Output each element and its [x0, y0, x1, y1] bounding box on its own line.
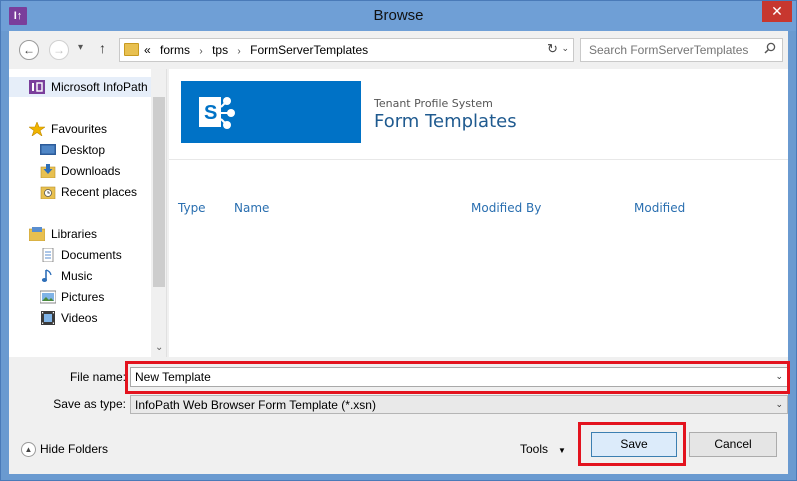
sidebar-item-label: Documents	[61, 248, 122, 262]
infopath-icon	[29, 80, 45, 94]
window-title: Browse	[373, 7, 424, 24]
column-header-modified-by[interactable]: Modified By	[471, 201, 541, 215]
breadcrumb-formservertemplates[interactable]: FormServerTemplates	[250, 43, 368, 57]
breadcrumb-tps[interactable]: tps	[212, 43, 228, 57]
hide-folders-button[interactable]: ▲ Hide Folders	[21, 442, 109, 458]
address-dropdown-icon[interactable]: ⌄	[561, 43, 569, 54]
navigation-pane: Microsoft InfoPath Favourites Desktop Do…	[9, 69, 167, 357]
pictures-icon	[40, 290, 56, 304]
column-header-name[interactable]: Name	[234, 201, 269, 215]
refresh-button[interactable]: ↻	[547, 41, 558, 57]
sidebar-item-microsoft-infopath[interactable]: Microsoft InfoPath	[9, 77, 151, 97]
sidebar-item-label: Favourites	[51, 122, 108, 136]
save-as-type-label: Save as type:	[53, 397, 126, 411]
sidebar-item-label: Music	[61, 269, 93, 283]
tools-label: Tools	[520, 442, 549, 456]
back-button[interactable]: ←	[19, 40, 39, 60]
sidebar-item-label: Desktop	[61, 143, 106, 157]
tools-menu[interactable]: Tools ▼	[520, 442, 566, 456]
folder-icon	[124, 43, 139, 56]
sidebar-item-label: Videos	[61, 311, 98, 325]
search-box[interactable]	[580, 38, 783, 62]
breadcrumb-separator[interactable]: ›	[237, 46, 240, 57]
scroll-thumb[interactable]	[153, 97, 165, 287]
sidebar-scrollbar[interactable]: ⌄	[151, 69, 166, 357]
desktop-icon	[40, 144, 56, 155]
up-button[interactable]: ↑	[99, 40, 106, 56]
sidebar-item-label: Microsoft InfoPath	[51, 80, 148, 94]
sidebar-item-label: Pictures	[61, 290, 105, 304]
file-name-label: File name:	[69, 370, 126, 384]
svg-text:S: S	[204, 102, 217, 124]
breadcrumb: « forms › tps › FormServerTemplates	[144, 43, 374, 57]
save-as-type-select[interactable]: InfoPath Web Browser Form Template (*.xs…	[130, 395, 788, 414]
site-subtitle: Tenant Profile System	[374, 97, 493, 110]
forward-button[interactable]: →	[49, 40, 69, 60]
documents-icon	[42, 248, 54, 262]
music-icon	[41, 269, 52, 282]
recent-locations-button[interactable]: ▾	[78, 42, 83, 53]
browse-dialog: I↑ Browse ✕ ← → ▾ ↑ « forms › tps › Form…	[0, 0, 797, 481]
close-button[interactable]: ✕	[762, 1, 792, 22]
save-as-type-dropdown-icon[interactable]: ⌄	[775, 399, 783, 410]
recent-places-icon	[40, 186, 56, 199]
dialog-client: ← → ▾ ↑ « forms › tps › FormServerTempla…	[9, 31, 790, 474]
title-bar[interactable]: I↑ Browse ✕	[1, 1, 796, 31]
divider	[169, 159, 788, 160]
hide-folders-label: Hide Folders	[40, 442, 109, 456]
site-title: Form Templates	[374, 111, 517, 132]
breadcrumb-forms[interactable]: forms	[160, 43, 190, 57]
breadcrumb-separator[interactable]: ›	[199, 46, 202, 57]
sidebar-item-label: Downloads	[61, 164, 121, 178]
sidebar-item-label: Libraries	[51, 227, 98, 241]
column-header-modified[interactable]: Modified	[634, 201, 685, 215]
tools-dropdown-icon: ▼	[558, 446, 566, 455]
star-icon	[29, 122, 45, 136]
search-input[interactable]	[589, 43, 759, 57]
navigation-bar: ← → ▾ ↑ « forms › tps › FormServerTempla…	[9, 31, 788, 69]
breadcrumb-overflow[interactable]: «	[144, 43, 151, 57]
downloads-icon	[40, 164, 56, 178]
column-header-type[interactable]: Type	[178, 201, 206, 215]
save-button-highlight	[578, 422, 686, 466]
file-list-pane: S Tenant Profile System Form Templates T…	[169, 69, 788, 357]
save-as-type-value: InfoPath Web Browser Form Template (*.xs…	[135, 398, 376, 412]
address-bar[interactable]: « forms › tps › FormServerTemplates ⌄	[119, 38, 574, 62]
save-options-area: File name: ⌄ Save as type: InfoPath Web …	[9, 357, 790, 474]
sidebar-item-label: Recent places	[61, 185, 138, 199]
sharepoint-logo-icon: S	[199, 97, 235, 129]
sharepoint-banner: S	[181, 81, 361, 143]
file-name-highlight	[125, 361, 790, 394]
libraries-icon	[29, 227, 45, 241]
cancel-button[interactable]: Cancel	[689, 432, 777, 457]
videos-icon	[41, 311, 55, 325]
chevron-up-icon: ▲	[21, 442, 36, 458]
scroll-down-icon[interactable]: ⌄	[155, 342, 163, 353]
search-icon[interactable]	[764, 42, 776, 54]
